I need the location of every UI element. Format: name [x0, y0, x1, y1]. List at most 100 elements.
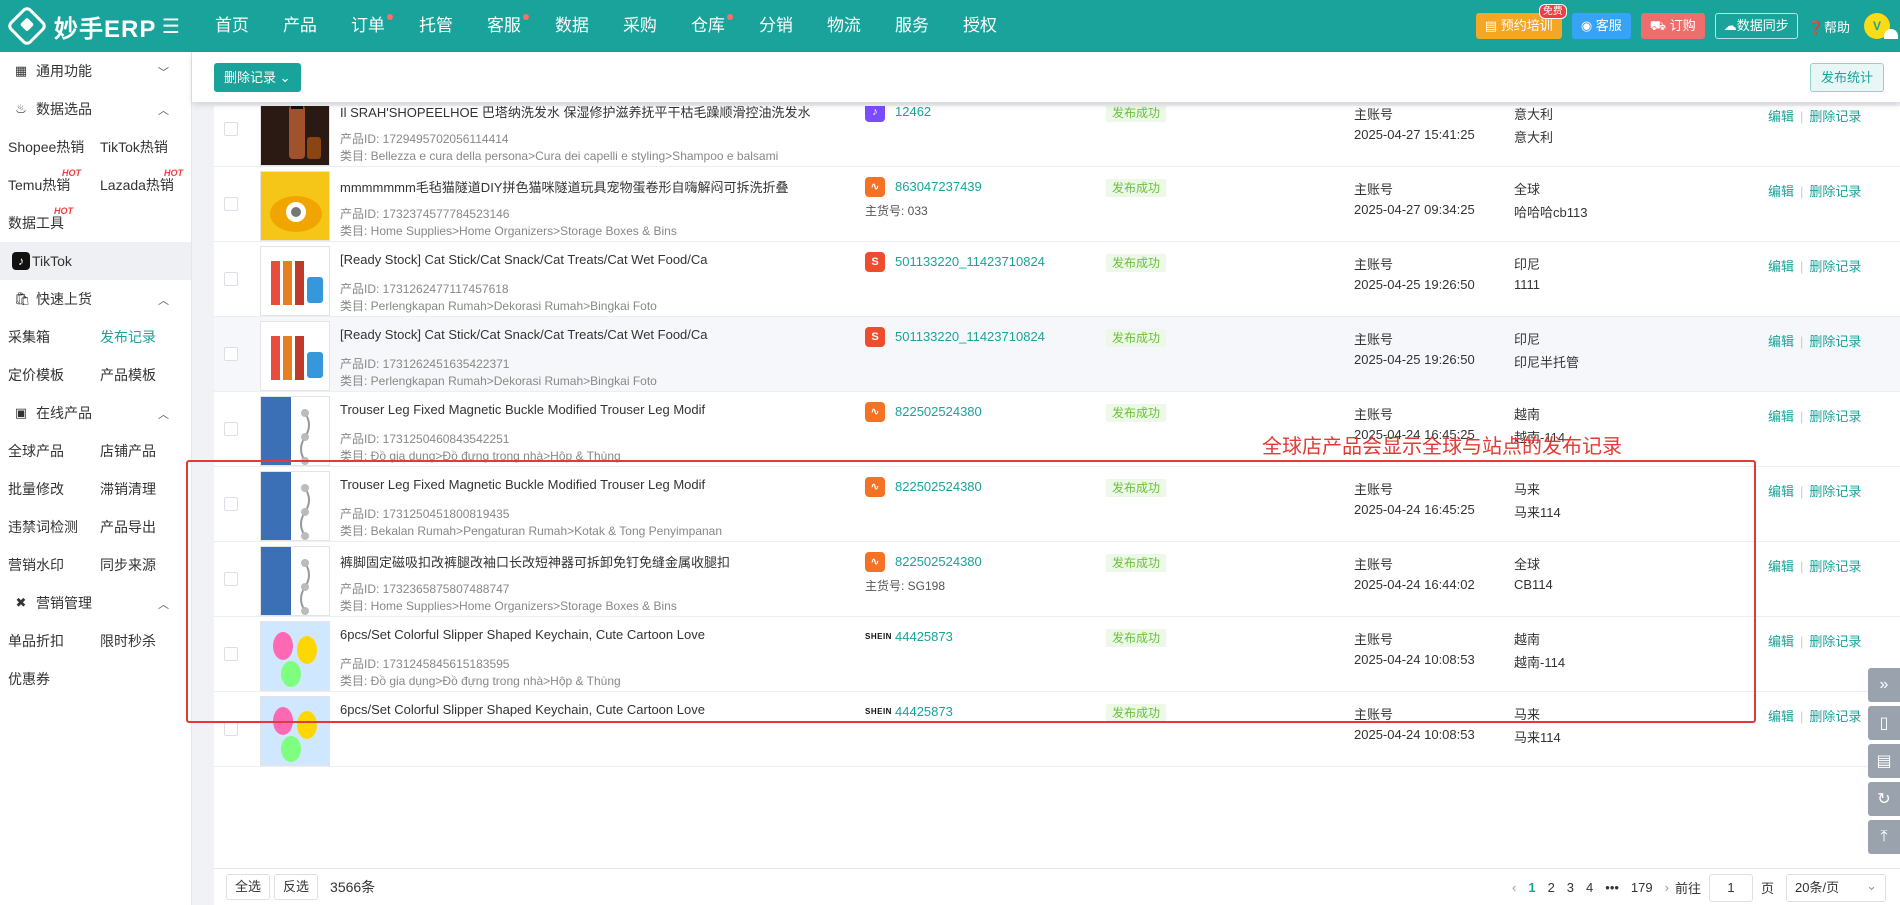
sidebar-item-pricing-template[interactable]: 定价模板 — [0, 356, 92, 394]
nav-item[interactable]: 首页 — [198, 0, 266, 52]
sidebar-section-marketing[interactable]: ✖ 营销管理 ︿ — [0, 584, 191, 622]
sidebar-item-lazada-hot[interactable]: Lazada热销 HOT — [92, 166, 184, 204]
sidebar-item-banned-check[interactable]: 违禁词检测 — [0, 508, 92, 546]
edit-link[interactable]: 编辑 — [1768, 559, 1794, 574]
nav-item[interactable]: 数据 — [538, 0, 606, 52]
product-title[interactable]: Trouser Leg Fixed Magnetic Buckle Modifi… — [340, 402, 705, 417]
product-title[interactable]: 6pcs/Set Colorful Slipper Shaped Keychai… — [340, 702, 705, 717]
sidebar-item-sync-source[interactable]: 同步来源 — [92, 546, 184, 584]
product-thumbnail[interactable] — [260, 106, 330, 166]
product-title[interactable]: 裤脚固定磁吸扣改裤腿改袖口长改短神器可拆卸免钉免缝金属收腿扣 — [340, 552, 730, 571]
sidebar-item-single-discount[interactable]: 单品折扣 — [0, 622, 92, 660]
product-thumbnail[interactable] — [260, 696, 330, 766]
product-thumbnail[interactable] — [260, 171, 330, 241]
delete-record-link[interactable]: 删除记录 — [1809, 484, 1861, 499]
nav-item[interactable]: 物流 — [810, 0, 878, 52]
delete-record-link[interactable]: 删除记录 — [1809, 109, 1861, 124]
delete-record-link[interactable]: 删除记录 — [1809, 259, 1861, 274]
nav-item[interactable]: 产品 — [266, 0, 334, 52]
sidebar-item-temu-hot[interactable]: Temu热销 HOT — [0, 166, 92, 204]
page-number[interactable]: 1 — [1522, 880, 1541, 895]
back-to-top-icon[interactable]: ⤒ — [1868, 820, 1900, 854]
product-thumbnail[interactable] — [260, 246, 330, 316]
page-number[interactable]: 179 — [1625, 880, 1659, 895]
product-thumbnail[interactable] — [260, 396, 330, 466]
sidebar-section-common[interactable]: ▦ 通用功能 ﹀ — [0, 52, 191, 90]
product-title[interactable]: 6pcs/Set Colorful Slipper Shaped Keychai… — [340, 627, 705, 642]
nav-item[interactable]: 分销 — [742, 0, 810, 52]
row-checkbox[interactable] — [224, 122, 238, 136]
edit-link[interactable]: 编辑 — [1768, 334, 1794, 349]
brand-logo[interactable]: 妙手ERP — [0, 0, 158, 52]
edit-link[interactable]: 编辑 — [1768, 259, 1794, 274]
sidebar-item-coupon[interactable]: 优惠券 — [0, 660, 92, 698]
prev-page-icon[interactable]: ‹ — [1506, 880, 1522, 895]
sidebar-item-batch-edit[interactable]: 批量修改 — [0, 470, 92, 508]
sidebar-item-publish-records[interactable]: 发布记录 — [92, 318, 184, 356]
refresh-icon[interactable]: ↻ — [1868, 782, 1900, 816]
goto-page-input[interactable]: 1 — [1708, 873, 1753, 902]
listing-id-link[interactable]: 44425873 — [895, 704, 953, 719]
row-checkbox[interactable] — [224, 347, 238, 361]
listing-id-link[interactable]: 501133220_11423710824 — [895, 254, 1045, 269]
edit-link[interactable]: 编辑 — [1768, 184, 1794, 199]
delete-record-link[interactable]: 删除记录 — [1809, 184, 1861, 199]
nav-item[interactable]: 客服 — [470, 0, 538, 52]
sidebar-item-store-products[interactable]: 店铺产品 — [92, 432, 184, 470]
customer-service-button[interactable]: ◉ 客服 — [1571, 13, 1631, 39]
product-title[interactable]: [Ready Stock] Cat Stick/Cat Snack/Cat Tr… — [340, 252, 708, 267]
publish-stats-button[interactable]: 发布统计 — [1809, 63, 1884, 92]
sidebar-item-flash-sale[interactable]: 限时秒杀 — [92, 622, 184, 660]
invert-selection-button[interactable]: 反选 — [274, 874, 319, 900]
page-number[interactable]: 4 — [1580, 880, 1599, 895]
sidebar-item-slow-clean[interactable]: 滞销清理 — [92, 470, 184, 508]
sidebar-item-product-export[interactable]: 产品导出 — [92, 508, 184, 546]
product-thumbnail[interactable] — [260, 546, 330, 616]
avatar[interactable]: V — [1864, 13, 1898, 39]
delete-records-dropdown[interactable]: 删除记录 ⌄ — [214, 63, 301, 92]
expand-icon[interactable]: » — [1868, 668, 1900, 702]
edit-link[interactable]: 编辑 — [1768, 634, 1794, 649]
row-checkbox[interactable] — [224, 572, 238, 586]
listing-id-link[interactable]: 44425873 — [895, 629, 953, 644]
sidebar-item-tiktok-hot[interactable]: TikTok热销 — [92, 128, 184, 166]
row-checkbox[interactable] — [224, 722, 238, 736]
next-page-icon[interactable]: › — [1659, 880, 1675, 895]
row-checkbox[interactable] — [224, 422, 238, 436]
page-size-select[interactable]: 20条/页 — [1786, 873, 1886, 902]
delete-record-link[interactable]: 删除记录 — [1809, 634, 1861, 649]
sidebar-item-global-products[interactable]: 全球产品 — [0, 432, 92, 470]
menu-toggle-icon[interactable]: ☰ — [162, 14, 180, 39]
edit-link[interactable]: 编辑 — [1768, 409, 1794, 424]
nav-item[interactable]: 仓库 — [674, 0, 742, 52]
sidebar-item-collect-box[interactable]: 采集箱 — [0, 318, 92, 356]
listing-id-link[interactable]: 12462 — [895, 106, 931, 119]
sidebar-item-tiktok[interactable]: ♪ TikTok — [0, 242, 191, 280]
sidebar-item-shopee-hot[interactable]: Shopee热销 — [0, 128, 92, 166]
listing-id-link[interactable]: 863047237439 — [895, 179, 982, 194]
product-title[interactable]: [Ready Stock] Cat Stick/Cat Snack/Cat Tr… — [340, 327, 708, 342]
product-title[interactable]: Il SRAH'SHOPEELHOE 巴塔纳洗发水 保湿修护滋养抚平干枯毛躁顺滑… — [340, 106, 811, 121]
page-number[interactable]: 2 — [1542, 880, 1561, 895]
sidebar-item-product-template[interactable]: 产品模板 — [92, 356, 184, 394]
row-checkbox[interactable] — [224, 272, 238, 286]
sidebar-item-watermark[interactable]: 营销水印 — [0, 546, 92, 584]
sidebar-item-data-tools[interactable]: 数据工具 HOT — [0, 204, 92, 242]
listing-id-link[interactable]: 822502524380 — [895, 404, 982, 419]
edit-link[interactable]: 编辑 — [1768, 109, 1794, 124]
more-pages-icon[interactable]: ••• — [1599, 880, 1625, 895]
delete-record-link[interactable]: 删除记录 — [1809, 559, 1861, 574]
sidebar-section-online-products[interactable]: ▣ 在线产品 ︿ — [0, 394, 191, 432]
nav-item[interactable]: 采购 — [606, 0, 674, 52]
page-number[interactable]: 3 — [1561, 880, 1580, 895]
product-thumbnail[interactable] — [260, 471, 330, 541]
sidebar-section-quick-upload[interactable]: 🛍 快速上货 ︿ — [0, 280, 191, 318]
notes-icon[interactable]: ▤ — [1868, 744, 1900, 778]
row-checkbox[interactable] — [224, 197, 238, 211]
edit-link[interactable]: 编辑 — [1768, 709, 1794, 724]
product-thumbnail[interactable] — [260, 321, 330, 391]
row-checkbox[interactable] — [224, 647, 238, 661]
training-button[interactable]: ▤ 预约培训 免费 — [1475, 4, 1567, 39]
help-link[interactable]: ❓帮助 — [1808, 17, 1850, 36]
listing-id-link[interactable]: 822502524380 — [895, 554, 982, 569]
